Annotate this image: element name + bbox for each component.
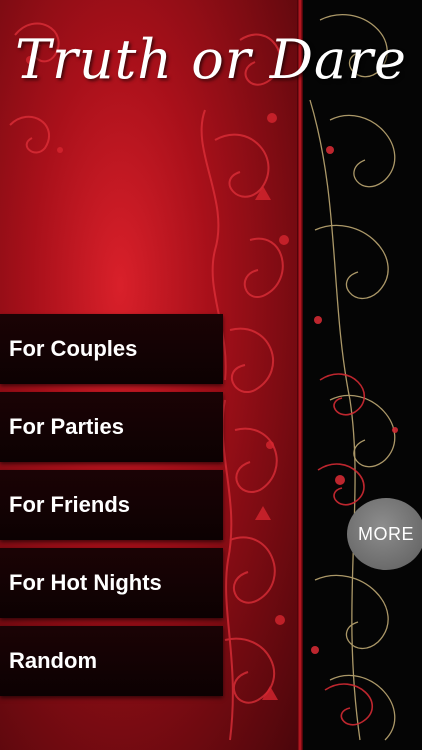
menu-item-label: For Hot Nights xyxy=(9,570,162,595)
menu-item-label: For Friends xyxy=(9,492,131,517)
menu-item-for-couples[interactable]: For Couples xyxy=(0,314,223,384)
menu-item-random[interactable]: Random xyxy=(0,626,223,696)
menu-item-label: For Parties xyxy=(9,414,124,439)
menu-item-for-parties[interactable]: For Parties xyxy=(0,392,223,462)
menu-item-label: Random xyxy=(9,648,97,673)
app-screen: Truth or Dare For Couples For Parties Fo… xyxy=(0,0,422,750)
app-title: Truth or Dare xyxy=(14,28,407,91)
more-button-label: MORE xyxy=(358,523,414,544)
menu-item-for-friends[interactable]: For Friends xyxy=(0,470,223,540)
menu-item-for-hot-nights[interactable]: For Hot Nights xyxy=(0,548,223,618)
more-button[interactable]: MORE xyxy=(347,498,422,570)
category-menu: For Couples For Parties For Friends For … xyxy=(0,314,223,704)
menu-item-label: For Couples xyxy=(9,336,138,361)
